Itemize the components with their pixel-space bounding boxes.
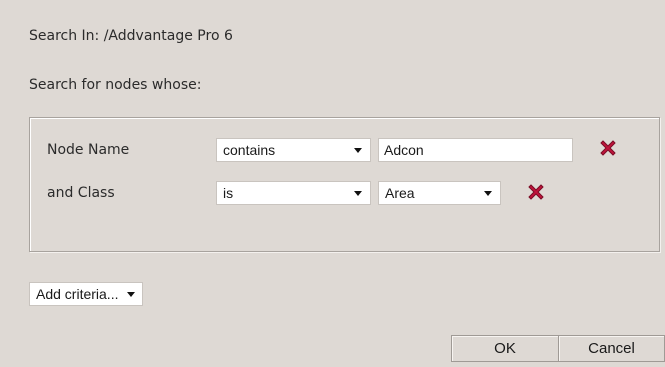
chevron-down-icon: [127, 292, 136, 297]
criteria-row-2-value-select[interactable]: Area: [378, 181, 501, 205]
criteria-row-2-operator-value: is: [223, 185, 234, 201]
criteria-panel: Node Name contains Adcon and Class is Ar…: [29, 117, 660, 252]
add-criteria-label: Add criteria...: [36, 286, 119, 302]
criteria-row-2-operator-select[interactable]: is: [216, 181, 371, 205]
chevron-down-icon: [354, 148, 362, 153]
criteria-row-1-operator-value: contains: [223, 142, 276, 158]
cancel-button[interactable]: Cancel: [558, 335, 665, 362]
search-for-label: Search for nodes whose:: [29, 77, 202, 93]
chevron-down-icon: [484, 191, 492, 196]
ok-button[interactable]: OK: [451, 335, 559, 362]
add-criteria-dropdown[interactable]: Add criteria...: [29, 282, 144, 306]
criteria-row-1-label: Node Name: [47, 142, 130, 158]
criteria-row-1-operator-select[interactable]: contains: [216, 138, 371, 162]
criteria-row-2-label: and Class: [47, 185, 115, 201]
remove-criteria-1-icon[interactable]: [597, 137, 619, 159]
criteria-row-1-value-text: Adcon: [384, 142, 424, 158]
criteria-row-1-value-input[interactable]: Adcon: [378, 138, 573, 162]
criteria-row-2-value-text: Area: [385, 185, 415, 201]
remove-criteria-2-icon[interactable]: [525, 181, 547, 203]
chevron-down-icon: [354, 191, 362, 196]
search-in-label: Search In: /Addvantage Pro 6: [29, 28, 233, 44]
